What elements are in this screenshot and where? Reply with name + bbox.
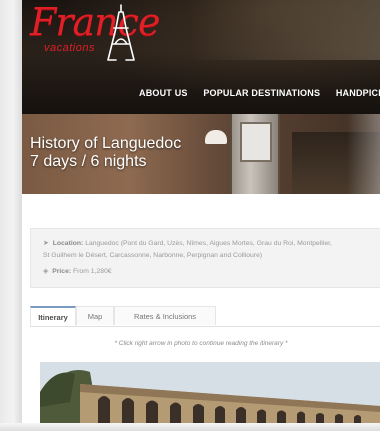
tour-title-name: History of Languedoc [30, 135, 182, 152]
itinerary-photo[interactable] [40, 362, 380, 431]
tour-info-box: ➤ Location: Languedoc (Pont du Gard, Uzès… [30, 228, 380, 288]
tour-title-duration: 7 days / 6 nights [30, 153, 147, 170]
location-value-line2: St Guilhem le Désert, Carcassonne, Narbo… [43, 252, 263, 259]
itinerary-hint: * Click right arrow in photo to continue… [114, 340, 288, 347]
tab-rates-inclusions[interactable]: Rates & Inclusions [114, 306, 216, 325]
price-label: Price: [52, 268, 72, 275]
location-label: Location: [52, 240, 84, 247]
site-header: France vacations ABOUT US POPULAR DESTIN… [22, 0, 380, 114]
header-background-photo [190, 0, 380, 60]
banner-light-shape [347, 114, 380, 194]
banner-lamp-shape [205, 130, 227, 144]
logo-tagline: vacations [44, 42, 95, 54]
tour-banner: History of Languedoc 7 days / 6 nights [22, 114, 380, 194]
window-shadow [0, 0, 22, 431]
nav-item-popular-destinations[interactable]: POPULAR DESTINATIONS [203, 88, 320, 98]
logo-brand-text: France [30, 0, 160, 44]
window-shadow-bottom [0, 423, 380, 431]
tour-tabs: Itinerary Map Rates & Inclusions [30, 306, 380, 327]
aqueduct-illustration [40, 362, 380, 431]
main-navigation: ABOUT US POPULAR DESTINATIONS HANDPICKE [139, 88, 380, 98]
price-row: ◈ Price: From 1,280€ [43, 267, 112, 275]
tab-map[interactable]: Map [76, 306, 114, 325]
site-logo[interactable]: France vacations [30, 0, 160, 61]
location-arrow-icon: ➤ [43, 240, 49, 247]
location-value-line1: Languedoc (Pont du Gard, Uzès, Nîmes, Ai… [85, 240, 332, 247]
web-page: France vacations ABOUT US POPULAR DESTIN… [22, 0, 380, 431]
price-value: From 1,280€ [73, 268, 112, 275]
tab-itinerary[interactable]: Itinerary [30, 306, 76, 326]
nav-item-about-us[interactable]: ABOUT US [139, 88, 188, 98]
eiffel-tower-icon [107, 4, 135, 61]
tag-icon: ◈ [43, 268, 49, 275]
location-row: ➤ Location: Languedoc (Pont du Gard, Uzès… [43, 239, 332, 247]
banner-door-glass-shape [240, 122, 272, 162]
tour-title: History of Languedoc 7 days / 6 nights [30, 135, 181, 171]
nav-item-handpicked[interactable]: HANDPICKE [336, 88, 380, 98]
location-row-continued: St Guilhem le Désert, Carcassonne, Narbo… [43, 252, 262, 259]
